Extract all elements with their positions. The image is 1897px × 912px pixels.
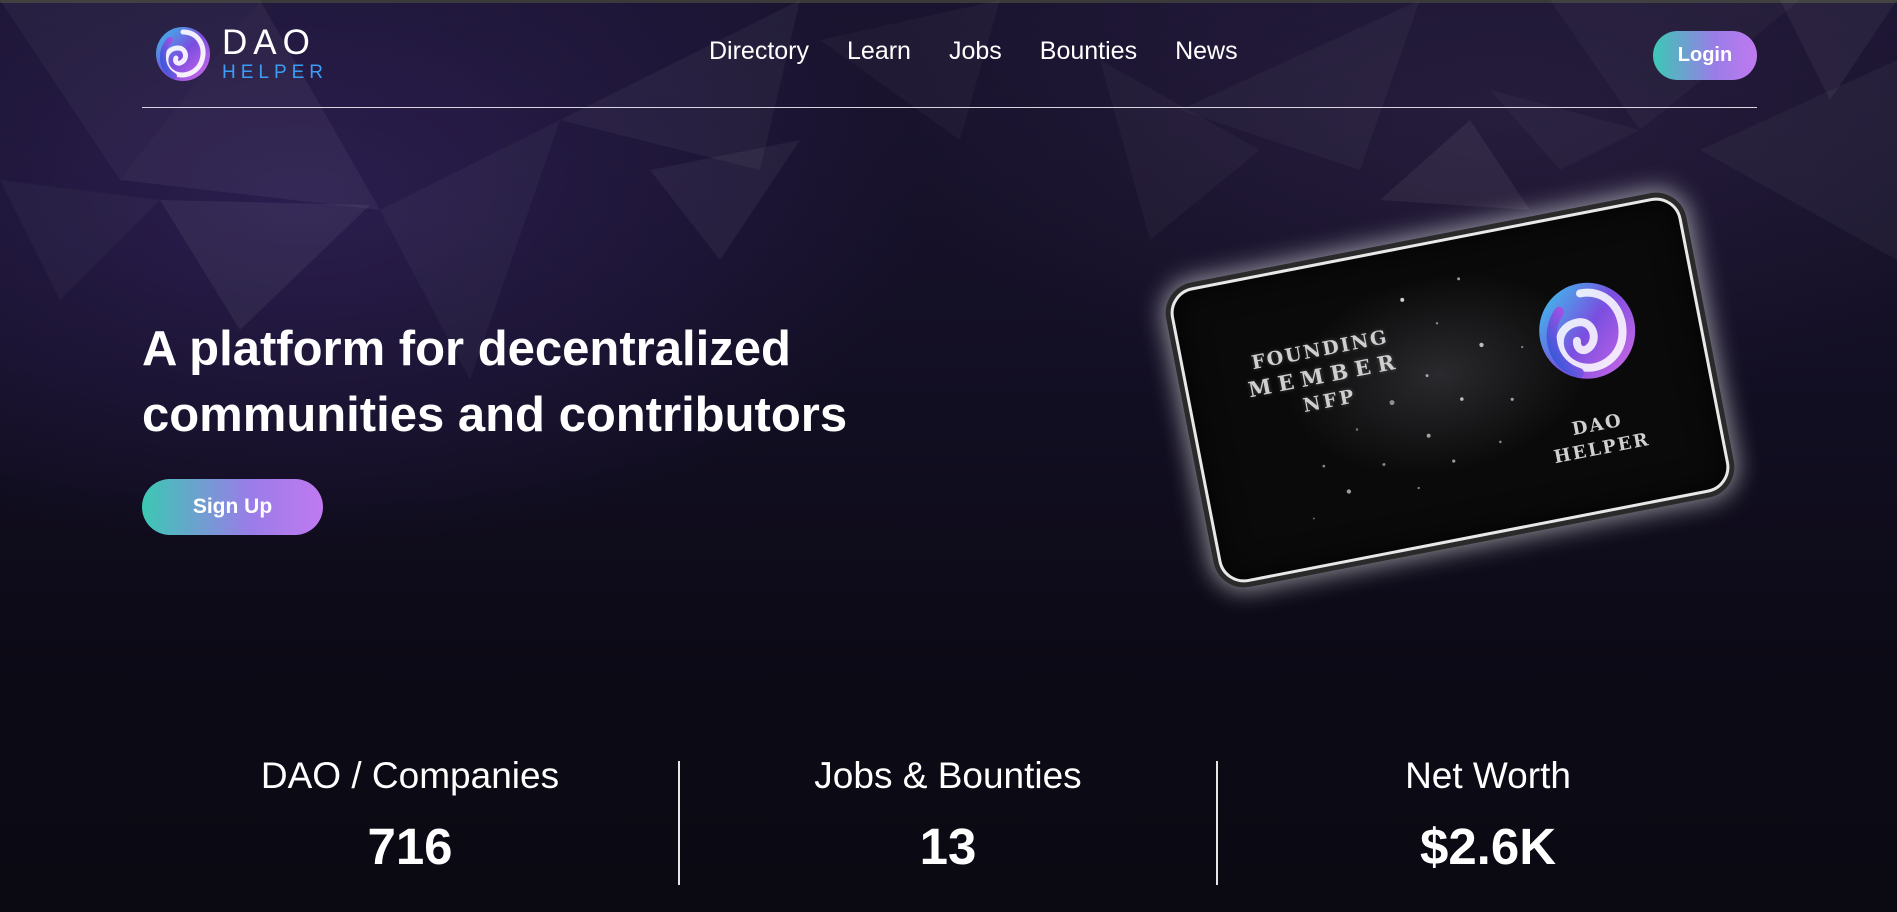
nav-directory[interactable]: Directory — [709, 37, 809, 66]
stat-label: DAO / Companies — [260, 755, 560, 796]
header-divider — [142, 107, 1757, 108]
stat-label: Jobs & Bounties — [814, 755, 1082, 796]
founding-member-nft-card: FOUNDING MEMBER NFP DAO HELPER — [1166, 193, 1734, 587]
main-nav: Directory Learn Jobs Bounties News — [709, 37, 1238, 66]
hero-title: A platform for decentralized communities… — [142, 316, 922, 448]
stat-divider — [678, 761, 680, 885]
stat-value: 716 — [367, 818, 453, 875]
dao-helper-swirl-icon — [1539, 282, 1636, 379]
stat-divider — [1216, 761, 1218, 885]
nav-news[interactable]: News — [1175, 37, 1238, 66]
nav-learn[interactable]: Learn — [847, 37, 911, 66]
nft-card-face: FOUNDING MEMBER NFP DAO HELPER — [1166, 193, 1734, 587]
logo-word-dao: DAO — [222, 22, 316, 62]
dao-helper-swirl-icon — [156, 27, 210, 81]
hero-title-line1: A platform for decentralized — [142, 322, 791, 376]
stat-jobs-bounties: Jobs & Bounties 13 — [748, 755, 1148, 876]
stats-section: DAO / Companies 716 Jobs & Bounties 13 N… — [142, 755, 1757, 885]
stat-dao-companies: DAO / Companies 716 — [210, 755, 610, 876]
stat-value: $2.6K — [1419, 818, 1557, 875]
window-top-border — [0, 0, 1897, 3]
stat-net-worth: Net Worth $2.6K — [1288, 755, 1688, 876]
hero-title-line2: communities and contributors — [142, 388, 848, 442]
signup-button[interactable]: Sign Up — [142, 479, 323, 535]
nav-bounties[interactable]: Bounties — [1040, 37, 1137, 66]
login-button[interactable]: Login — [1653, 31, 1757, 80]
stat-label: Net Worth — [1405, 755, 1571, 796]
nav-jobs[interactable]: Jobs — [949, 37, 1002, 66]
page: DAO HELPER Directory Learn Jobs Bounties… — [0, 0, 1897, 912]
dao-helper-logo[interactable]: DAO HELPER — [150, 18, 328, 88]
stat-value: 13 — [919, 818, 977, 875]
logo-word-helper: HELPER — [222, 61, 329, 83]
